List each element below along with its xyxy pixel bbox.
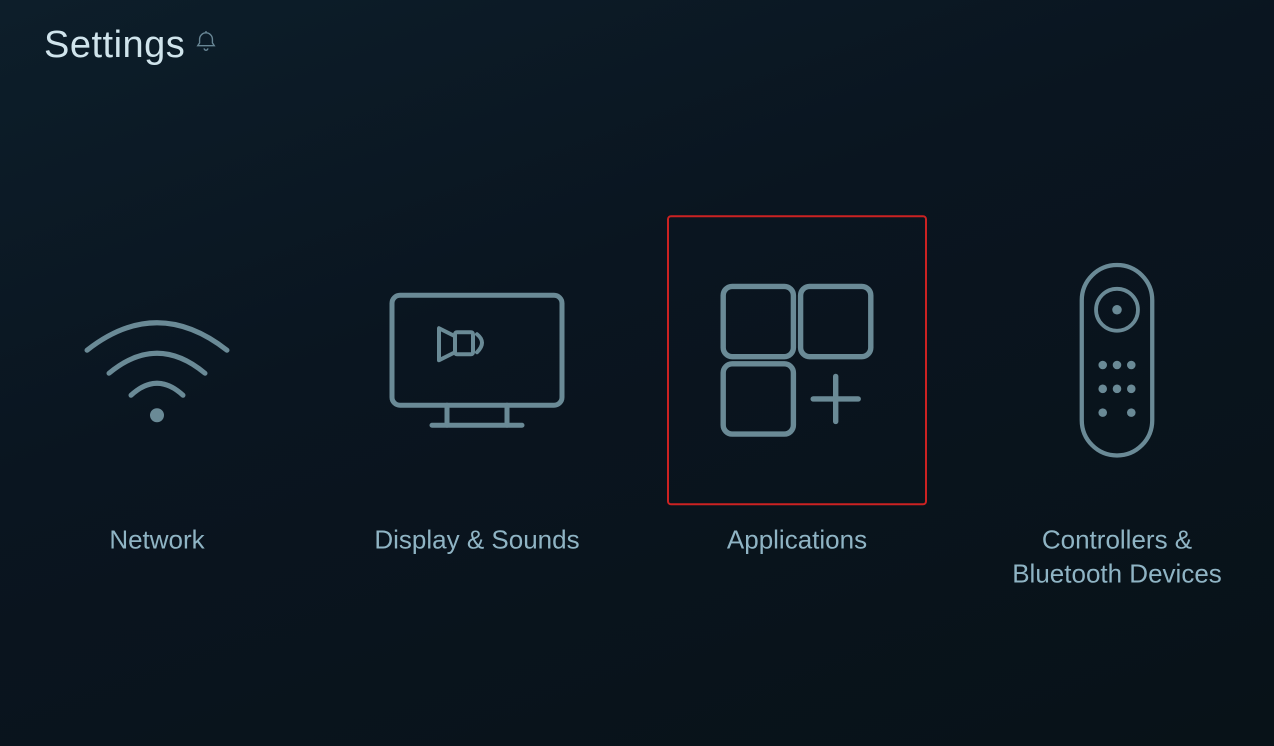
controllers-label: Controllers &Bluetooth Devices <box>1012 523 1222 591</box>
header: Settings <box>44 24 217 67</box>
sidebar-item-network[interactable]: Network <box>27 215 287 557</box>
controllers-icon <box>1072 260 1162 460</box>
display-icon-wrapper <box>347 215 607 505</box>
network-label: Network <box>109 523 204 557</box>
settings-grid: Network Display & Sounds <box>27 215 1247 591</box>
applications-label: Applications <box>727 523 867 557</box>
sidebar-item-applications[interactable]: Applications <box>667 215 927 557</box>
network-icon-wrapper <box>27 215 287 505</box>
sidebar-item-display-sounds[interactable]: Display & Sounds <box>347 215 607 557</box>
applications-icon <box>707 270 887 450</box>
page-title: Settings <box>44 24 185 67</box>
network-icon <box>77 295 237 425</box>
display-sounds-label: Display & Sounds <box>374 523 579 557</box>
controllers-icon-wrapper <box>987 215 1247 505</box>
display-sounds-icon <box>387 290 567 430</box>
applications-icon-wrapper <box>667 215 927 505</box>
sidebar-item-controllers[interactable]: Controllers &Bluetooth Devices <box>987 215 1247 591</box>
bell-icon <box>195 31 217 53</box>
